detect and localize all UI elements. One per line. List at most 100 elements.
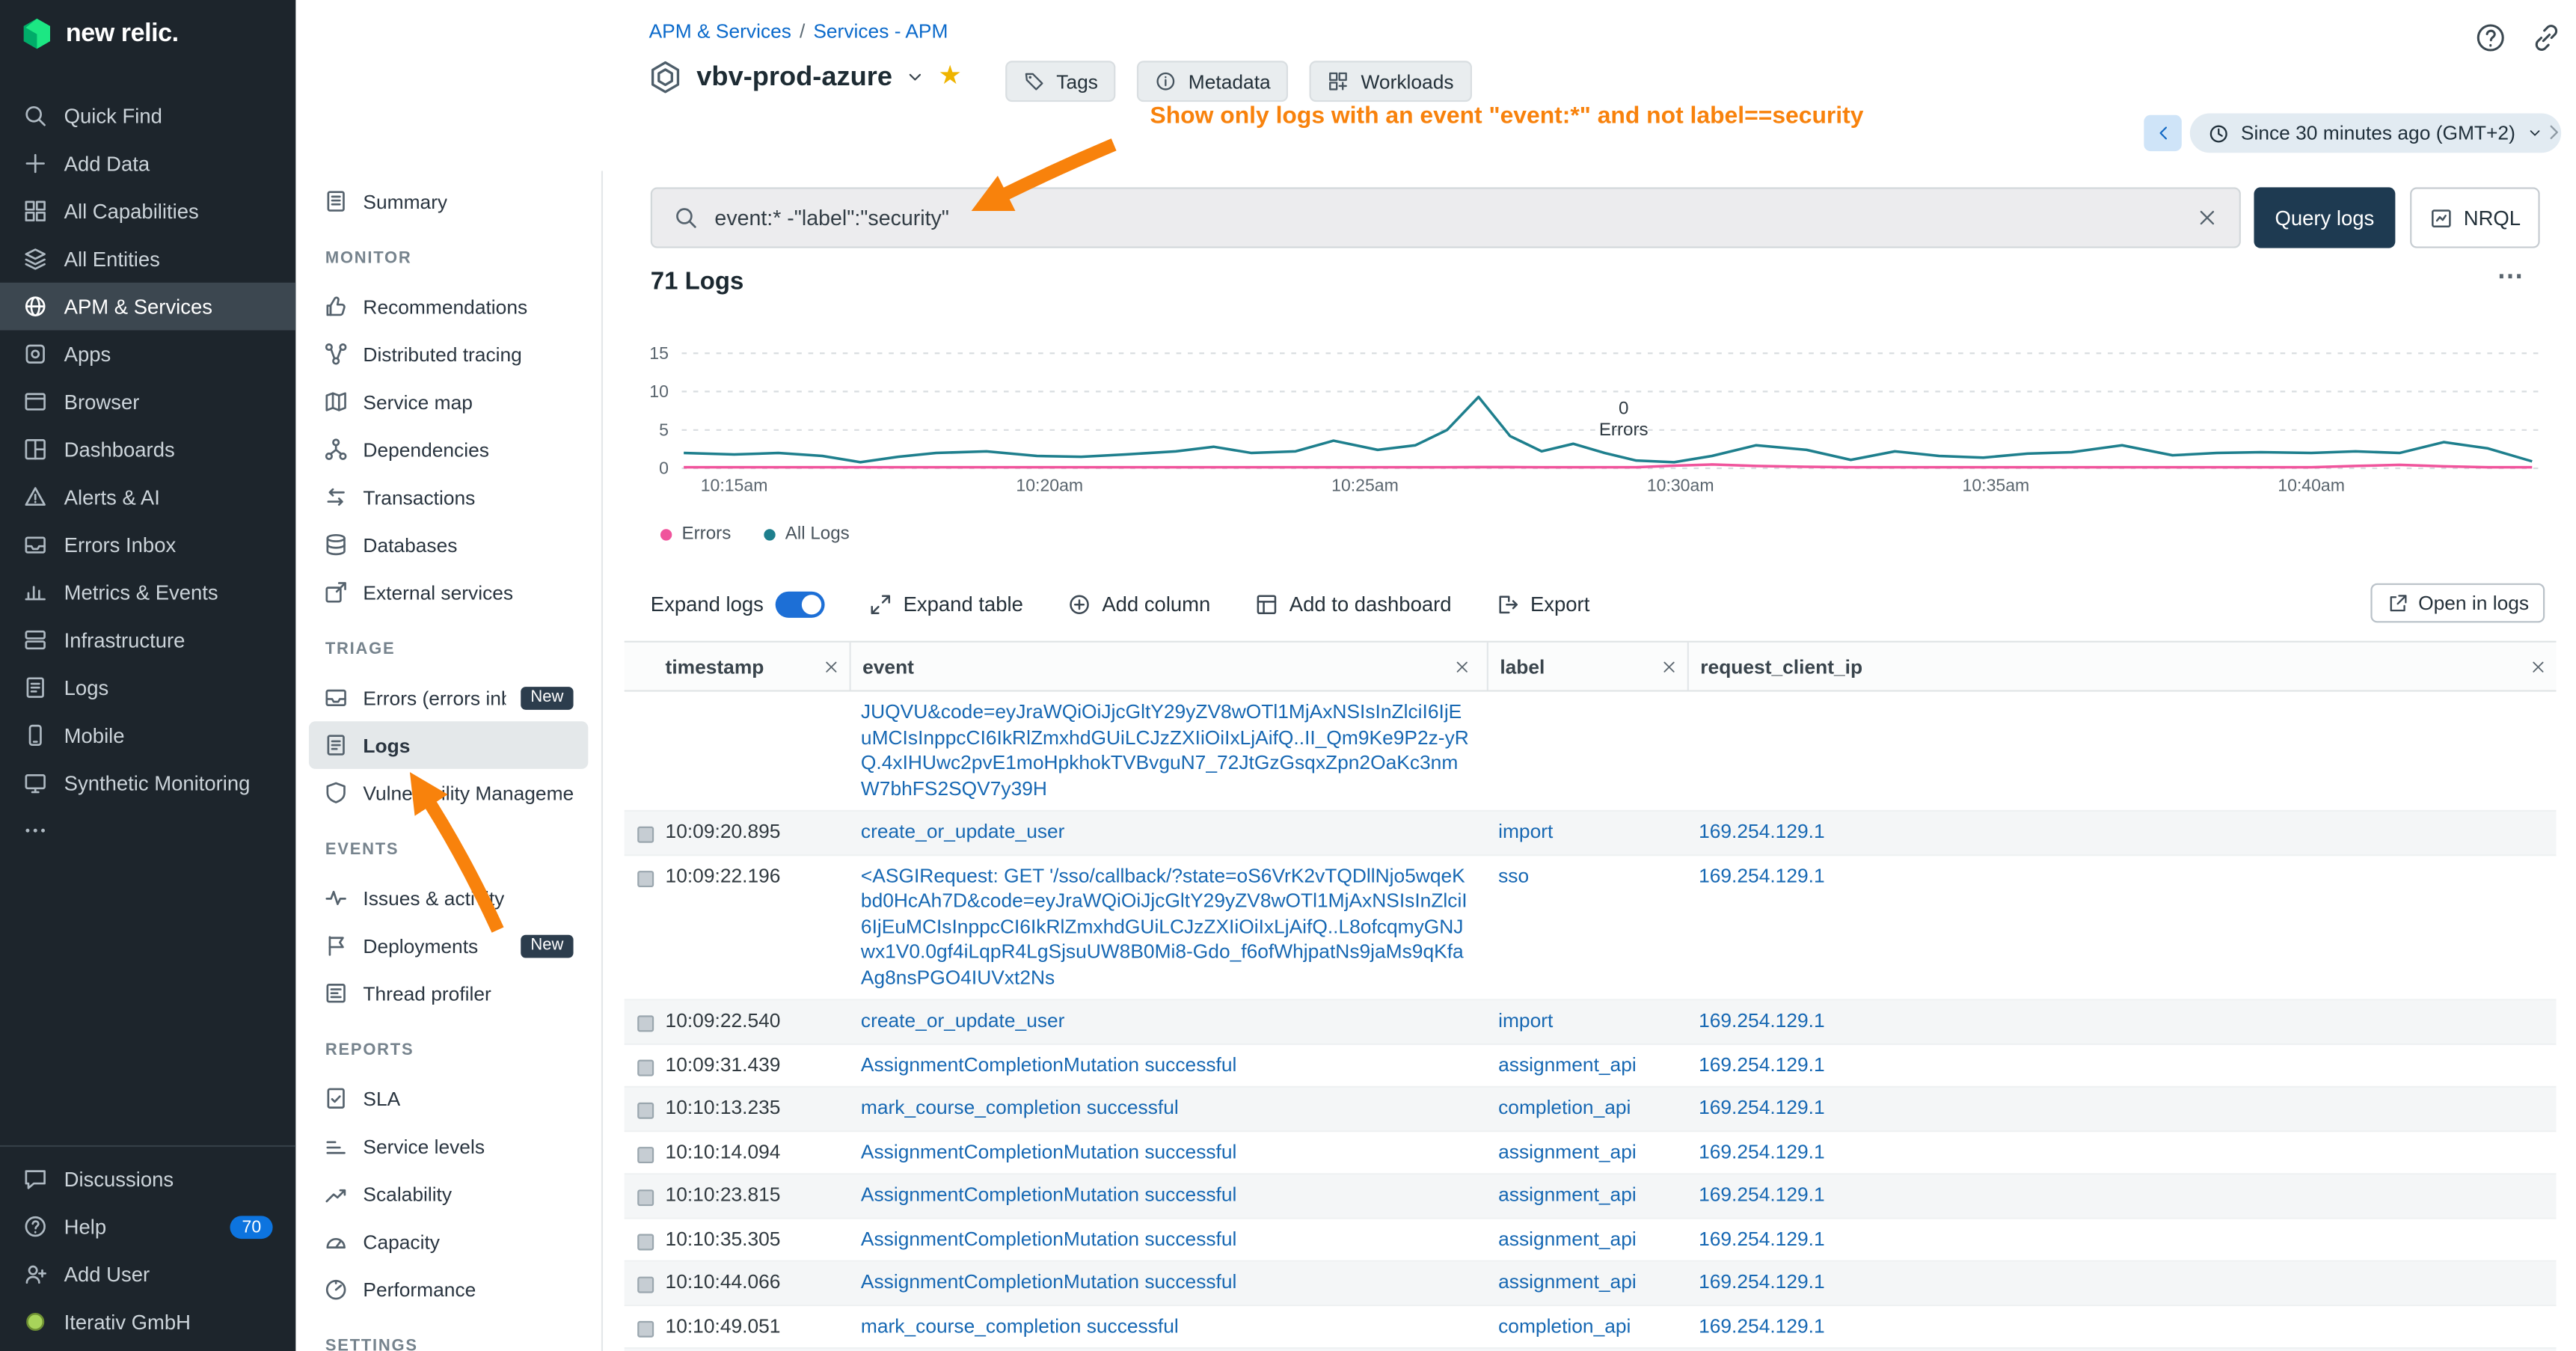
nrql-button[interactable]: NRQL xyxy=(2410,187,2540,248)
sidebar-item-deployments[interactable]: DeploymentsNew xyxy=(309,922,588,969)
cell-event[interactable]: AssignmentCompletionMutation successful xyxy=(850,1262,1487,1304)
breadcrumb-link-services-apm[interactable]: Services - APM xyxy=(813,19,948,43)
entity-dropdown-chevron-icon[interactable] xyxy=(906,67,925,87)
cell-request-client-ip[interactable]: 169.254.129.1 xyxy=(1687,1131,2557,1173)
sidebar-item-quick-find[interactable]: Quick Find xyxy=(0,92,295,140)
table-row[interactable]: 10:10:23.815AssignmentCompletionMutation… xyxy=(625,1174,2557,1218)
row-select-box[interactable] xyxy=(625,1219,660,1260)
time-forward-button[interactable] xyxy=(2543,122,2565,152)
search-input[interactable]: event:* -"label":"security" xyxy=(714,206,949,230)
query-logs-button[interactable]: Query logs xyxy=(2254,187,2395,248)
sidebar-item-all-capabilities[interactable]: All Capabilities xyxy=(0,187,295,235)
row-select-box[interactable] xyxy=(625,1174,660,1216)
cell-label[interactable]: completion_api xyxy=(1487,1088,1687,1130)
column-header-event[interactable]: event xyxy=(850,643,1487,690)
workloads-button[interactable]: Workloads xyxy=(1310,61,1471,102)
sidebar-item-sla[interactable]: SLA xyxy=(309,1074,588,1122)
copy-link-icon[interactable] xyxy=(2530,22,2563,55)
cell-event[interactable]: create_or_update_user xyxy=(850,812,1487,854)
sidebar-item-vulnerability-management[interactable]: Vulnerability Management xyxy=(309,769,588,817)
sidebar-item-errors-errors-inb[interactable]: Errors (errors inb...New xyxy=(309,674,588,722)
sidebar-item-recommendations[interactable]: Recommendations xyxy=(309,283,588,331)
table-row[interactable]: 10:10:44.066AssignmentCompletionMutation… xyxy=(625,1262,2557,1305)
toggle-on-icon[interactable] xyxy=(775,592,824,618)
breadcrumb-link-apm-services[interactable]: APM & Services xyxy=(649,19,791,43)
sidebar-item-issues-activity[interactable]: Issues & activity xyxy=(309,874,588,922)
table-row[interactable]: 10:10:14.094AssignmentCompletionMutation… xyxy=(625,1131,2557,1174)
sidebar-item-thread-profiler[interactable]: Thread profiler xyxy=(309,969,588,1017)
cell-label[interactable]: assignment_api xyxy=(1487,1219,1687,1260)
sidebar-item-browser[interactable]: Browser xyxy=(0,378,295,426)
cell-label[interactable]: import xyxy=(1487,812,1687,854)
sidebar-item-apps[interactable]: Apps xyxy=(0,330,295,378)
sidebar-item-all-entities[interactable]: All Entities xyxy=(0,235,295,283)
row-select-box[interactable] xyxy=(625,855,660,999)
row-select-box[interactable] xyxy=(625,812,660,854)
remove-column-icon[interactable] xyxy=(1454,658,1471,675)
sidebar-item-service-map[interactable]: Service map xyxy=(309,378,588,426)
row-select-box[interactable] xyxy=(625,1001,660,1043)
cell-request-client-ip[interactable]: 169.254.129.1 xyxy=(1687,1174,2557,1216)
cell-request-client-ip[interactable]: 169.254.129.1 xyxy=(1687,855,2557,999)
time-picker[interactable]: Since 30 minutes ago (GMT+2) xyxy=(2190,114,2562,153)
table-row[interactable]: 10:09:22.540create_or_update_userimport1… xyxy=(625,1001,2557,1044)
add-column-button[interactable]: Add column xyxy=(1067,593,1210,616)
sidebar-item-infrastructure[interactable]: Infrastructure xyxy=(0,616,295,664)
sidebar-item-discussions[interactable]: Discussions xyxy=(0,1155,295,1203)
sidebar-item-synthetic-monitoring[interactable]: Synthetic Monitoring xyxy=(0,759,295,807)
sidebar-item-logs[interactable]: Logs xyxy=(309,721,588,769)
metadata-button[interactable]: Metadata xyxy=(1138,61,1289,102)
sidebar-item-errors-inbox[interactable]: Errors Inbox xyxy=(0,521,295,569)
cell-request-client-ip[interactable]: 169.254.129.1 xyxy=(1687,1219,2557,1260)
legend-item-all-logs[interactable]: All Logs xyxy=(764,524,850,544)
open-in-logs-button[interactable]: Open in logs xyxy=(2370,583,2545,623)
row-select-box[interactable] xyxy=(625,1262,660,1304)
row-select-box[interactable] xyxy=(625,1305,660,1347)
sidebar-item-dependencies[interactable]: Dependencies xyxy=(309,426,588,474)
cell-request-client-ip[interactable] xyxy=(1687,692,2557,810)
table-row[interactable]: 10:09:22.196<ASGIRequest: GET '/sso/call… xyxy=(625,855,2557,1000)
cell-request-client-ip[interactable]: 169.254.129.1 xyxy=(1687,1088,2557,1130)
logs-timeseries-chart[interactable]: 05101510:15am10:20am10:25am10:30am10:35a… xyxy=(629,346,2551,503)
cell-label[interactable]: sso xyxy=(1487,855,1687,999)
cell-event[interactable]: mark_course_completion successful xyxy=(850,1088,1487,1130)
table-row[interactable]: 10:10:49.051mark_course_completion succe… xyxy=(625,1305,2557,1349)
row-select-box[interactable] xyxy=(625,1088,660,1130)
sidebar-item-dashboards[interactable]: Dashboards xyxy=(0,426,295,474)
sidebar-item-help[interactable]: Help70 xyxy=(0,1203,295,1251)
sidebar-item-alerts-ai[interactable]: Alerts & AI xyxy=(0,474,295,521)
sidebar-item-iterativ-gmbh[interactable]: Iterativ GmbH xyxy=(0,1298,295,1346)
sidebar-item-logs[interactable]: Logs xyxy=(0,664,295,711)
help-circle-icon[interactable] xyxy=(2474,22,2507,55)
expand-logs-toggle[interactable]: Expand logs xyxy=(651,592,824,618)
cell-label[interactable]: import xyxy=(1487,1001,1687,1043)
sidebar-item-distributed-tracing[interactable]: Distributed tracing xyxy=(309,330,588,378)
export-button[interactable]: Export xyxy=(1496,593,1590,616)
sidebar-item-add-user[interactable]: Add User xyxy=(0,1250,295,1298)
sidebar-item-more[interactable] xyxy=(0,806,295,854)
sidebar-item-performance[interactable]: Performance xyxy=(309,1265,588,1313)
row-select-box[interactable] xyxy=(625,1044,660,1086)
table-row[interactable]: 10:10:35.305AssignmentCompletionMutation… xyxy=(625,1219,2557,1262)
table-row[interactable]: JUQVU&code=eyJraWQiOiJjcGltY29yZV8wOTl1M… xyxy=(625,692,2557,812)
cell-event[interactable]: mark_course_completion successful xyxy=(850,1305,1487,1347)
sidebar-item-summary[interactable]: Summary xyxy=(309,177,588,225)
legend-item-errors[interactable]: Errors xyxy=(660,524,731,544)
cell-request-client-ip[interactable]: 169.254.129.1 xyxy=(1687,1262,2557,1304)
cell-label[interactable] xyxy=(1487,692,1687,810)
sidebar-item-add-data[interactable]: Add Data xyxy=(0,140,295,188)
cell-request-client-ip[interactable]: 169.254.129.1 xyxy=(1687,1001,2557,1043)
cell-label[interactable]: assignment_api xyxy=(1487,1262,1687,1304)
cell-event[interactable]: JUQVU&code=eyJraWQiOiJjcGltY29yZV8wOTl1M… xyxy=(850,692,1487,810)
sidebar-item-apm-services[interactable]: APM & Services xyxy=(0,283,295,331)
table-row[interactable]: 10:09:31.439AssignmentCompletionMutation… xyxy=(625,1044,2557,1088)
clear-query-icon[interactable] xyxy=(2197,207,2218,229)
favorite-star-icon[interactable]: ★ xyxy=(939,64,963,91)
sidebar-item-databases[interactable]: Databases xyxy=(309,521,588,569)
time-back-button[interactable] xyxy=(2144,115,2182,151)
cell-event[interactable]: AssignmentCompletionMutation successful xyxy=(850,1131,1487,1173)
cell-label[interactable]: assignment_api xyxy=(1487,1044,1687,1086)
cell-label[interactable]: assignment_api xyxy=(1487,1131,1687,1173)
column-header-request-client-ip[interactable]: request_client_ip xyxy=(1687,643,2557,690)
cell-label[interactable]: assignment_api xyxy=(1487,1174,1687,1216)
